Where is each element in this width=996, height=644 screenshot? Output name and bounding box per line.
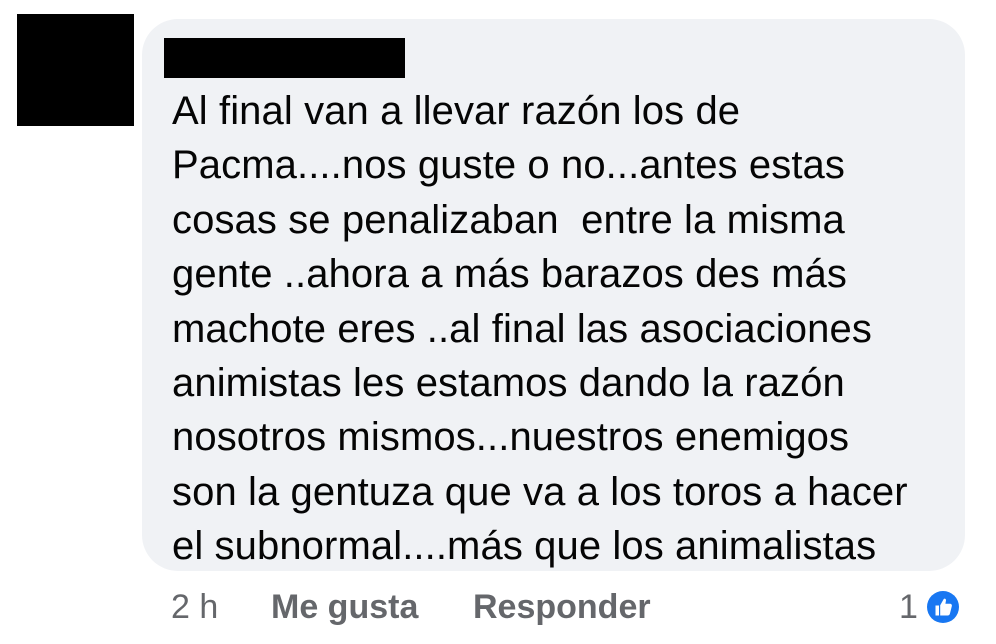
- timestamp[interactable]: 2 h: [171, 588, 218, 627]
- reaction-summary[interactable]: 1: [899, 582, 962, 632]
- comment-text: Al final van a llevar razón los de Pacma…: [172, 84, 952, 574]
- author-name-redacted[interactable]: [164, 38, 405, 78]
- comment-text-line: machote eres ..al final las asociaciones: [172, 306, 872, 351]
- avatar[interactable]: [17, 14, 134, 126]
- reply-button[interactable]: Responder: [473, 588, 651, 627]
- comment-text-line: Pacma....nos guste o no...antes estas: [172, 143, 845, 188]
- reaction-count: 1: [899, 587, 918, 626]
- comment-text-line: Al final van a llevar razón los de: [172, 89, 741, 133]
- like-button[interactable]: Me gusta: [271, 588, 418, 627]
- comment-text-line: son la gentuza que va a los toros a hace…: [172, 469, 908, 514]
- comment-text-line: el subnormal....más que los animalistas: [172, 524, 877, 569]
- comment-container: Al final van a llevar razón los de Pacma…: [0, 0, 996, 644]
- comment-text-line: cosas se penalizaban entre la misma: [172, 197, 845, 242]
- comment-text-line: gente ..ahora a más barazos des más: [172, 252, 847, 297]
- comment-actions: 2 h Me gusta Responder 1: [0, 582, 996, 632]
- comment-text-line: nosotros mismos...nuestros enemigos: [172, 415, 850, 460]
- thumbs-up-icon: [924, 588, 962, 626]
- comment-text-line: animistas les estamos dando la razón: [172, 361, 845, 406]
